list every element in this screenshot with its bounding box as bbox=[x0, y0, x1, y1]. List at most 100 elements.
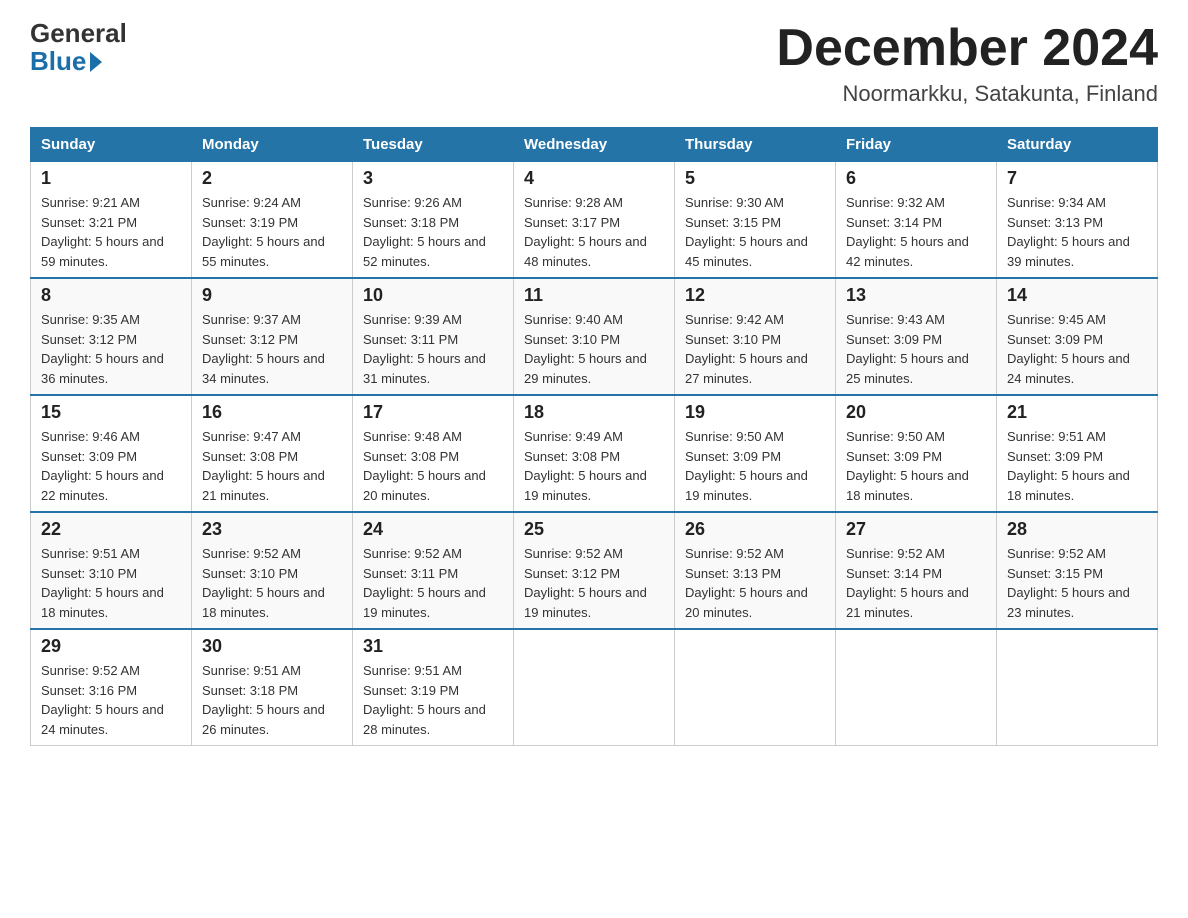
table-row: 12 Sunrise: 9:42 AMSunset: 3:10 PMDaylig… bbox=[675, 278, 836, 395]
table-row: 18 Sunrise: 9:49 AMSunset: 3:08 PMDaylig… bbox=[514, 395, 675, 512]
day-number: 21 bbox=[1007, 402, 1147, 423]
col-monday: Monday bbox=[192, 128, 353, 162]
table-row: 17 Sunrise: 9:48 AMSunset: 3:08 PMDaylig… bbox=[353, 395, 514, 512]
day-info: Sunrise: 9:52 AMSunset: 3:14 PMDaylight:… bbox=[846, 546, 969, 620]
day-info: Sunrise: 9:51 AMSunset: 3:19 PMDaylight:… bbox=[363, 663, 486, 737]
table-row: 25 Sunrise: 9:52 AMSunset: 3:12 PMDaylig… bbox=[514, 512, 675, 629]
calendar-week-row: 15 Sunrise: 9:46 AMSunset: 3:09 PMDaylig… bbox=[31, 395, 1158, 512]
table-row: 1 Sunrise: 9:21 AMSunset: 3:21 PMDayligh… bbox=[31, 162, 192, 279]
day-number: 24 bbox=[363, 519, 503, 540]
table-row: 9 Sunrise: 9:37 AMSunset: 3:12 PMDayligh… bbox=[192, 278, 353, 395]
day-info: Sunrise: 9:50 AMSunset: 3:09 PMDaylight:… bbox=[846, 429, 969, 503]
table-row: 20 Sunrise: 9:50 AMSunset: 3:09 PMDaylig… bbox=[836, 395, 997, 512]
day-info: Sunrise: 9:26 AMSunset: 3:18 PMDaylight:… bbox=[363, 195, 486, 269]
day-info: Sunrise: 9:52 AMSunset: 3:15 PMDaylight:… bbox=[1007, 546, 1130, 620]
day-number: 23 bbox=[202, 519, 342, 540]
day-number: 18 bbox=[524, 402, 664, 423]
day-number: 20 bbox=[846, 402, 986, 423]
table-row bbox=[514, 629, 675, 746]
table-row: 21 Sunrise: 9:51 AMSunset: 3:09 PMDaylig… bbox=[997, 395, 1158, 512]
day-number: 2 bbox=[202, 168, 342, 189]
day-number: 31 bbox=[363, 636, 503, 657]
calendar-header-row: Sunday Monday Tuesday Wednesday Thursday… bbox=[31, 128, 1158, 162]
calendar-week-row: 29 Sunrise: 9:52 AMSunset: 3:16 PMDaylig… bbox=[31, 629, 1158, 746]
day-info: Sunrise: 9:52 AMSunset: 3:16 PMDaylight:… bbox=[41, 663, 164, 737]
table-row: 4 Sunrise: 9:28 AMSunset: 3:17 PMDayligh… bbox=[514, 162, 675, 279]
day-info: Sunrise: 9:49 AMSunset: 3:08 PMDaylight:… bbox=[524, 429, 647, 503]
table-row: 16 Sunrise: 9:47 AMSunset: 3:08 PMDaylig… bbox=[192, 395, 353, 512]
table-row: 3 Sunrise: 9:26 AMSunset: 3:18 PMDayligh… bbox=[353, 162, 514, 279]
table-row: 19 Sunrise: 9:50 AMSunset: 3:09 PMDaylig… bbox=[675, 395, 836, 512]
calendar-table: Sunday Monday Tuesday Wednesday Thursday… bbox=[30, 127, 1158, 746]
table-row bbox=[997, 629, 1158, 746]
calendar-week-row: 1 Sunrise: 9:21 AMSunset: 3:21 PMDayligh… bbox=[31, 162, 1158, 279]
day-number: 9 bbox=[202, 285, 342, 306]
logo: General Blue bbox=[30, 20, 127, 77]
day-number: 10 bbox=[363, 285, 503, 306]
day-info: Sunrise: 9:28 AMSunset: 3:17 PMDaylight:… bbox=[524, 195, 647, 269]
day-info: Sunrise: 9:35 AMSunset: 3:12 PMDaylight:… bbox=[41, 312, 164, 386]
day-number: 12 bbox=[685, 285, 825, 306]
day-info: Sunrise: 9:52 AMSunset: 3:11 PMDaylight:… bbox=[363, 546, 486, 620]
table-row: 14 Sunrise: 9:45 AMSunset: 3:09 PMDaylig… bbox=[997, 278, 1158, 395]
table-row: 24 Sunrise: 9:52 AMSunset: 3:11 PMDaylig… bbox=[353, 512, 514, 629]
day-info: Sunrise: 9:24 AMSunset: 3:19 PMDaylight:… bbox=[202, 195, 325, 269]
col-sunday: Sunday bbox=[31, 128, 192, 162]
day-number: 17 bbox=[363, 402, 503, 423]
table-row: 26 Sunrise: 9:52 AMSunset: 3:13 PMDaylig… bbox=[675, 512, 836, 629]
day-info: Sunrise: 9:21 AMSunset: 3:21 PMDaylight:… bbox=[41, 195, 164, 269]
table-row: 28 Sunrise: 9:52 AMSunset: 3:15 PMDaylig… bbox=[997, 512, 1158, 629]
logo-blue-text: Blue bbox=[30, 46, 104, 77]
calendar-week-row: 8 Sunrise: 9:35 AMSunset: 3:12 PMDayligh… bbox=[31, 278, 1158, 395]
day-number: 7 bbox=[1007, 168, 1147, 189]
day-number: 25 bbox=[524, 519, 664, 540]
table-row: 30 Sunrise: 9:51 AMSunset: 3:18 PMDaylig… bbox=[192, 629, 353, 746]
table-row bbox=[675, 629, 836, 746]
table-row: 6 Sunrise: 9:32 AMSunset: 3:14 PMDayligh… bbox=[836, 162, 997, 279]
day-info: Sunrise: 9:52 AMSunset: 3:12 PMDaylight:… bbox=[524, 546, 647, 620]
title-block: December 2024 Noormarkku, Satakunta, Fin… bbox=[776, 20, 1158, 107]
table-row: 5 Sunrise: 9:30 AMSunset: 3:15 PMDayligh… bbox=[675, 162, 836, 279]
logo-triangle-icon bbox=[90, 52, 102, 72]
day-number: 4 bbox=[524, 168, 664, 189]
day-number: 29 bbox=[41, 636, 181, 657]
day-number: 19 bbox=[685, 402, 825, 423]
day-number: 5 bbox=[685, 168, 825, 189]
logo-general-text: General bbox=[30, 20, 127, 46]
day-number: 27 bbox=[846, 519, 986, 540]
day-info: Sunrise: 9:39 AMSunset: 3:11 PMDaylight:… bbox=[363, 312, 486, 386]
day-info: Sunrise: 9:47 AMSunset: 3:08 PMDaylight:… bbox=[202, 429, 325, 503]
day-info: Sunrise: 9:30 AMSunset: 3:15 PMDaylight:… bbox=[685, 195, 808, 269]
day-info: Sunrise: 9:52 AMSunset: 3:10 PMDaylight:… bbox=[202, 546, 325, 620]
col-friday: Friday bbox=[836, 128, 997, 162]
table-row: 11 Sunrise: 9:40 AMSunset: 3:10 PMDaylig… bbox=[514, 278, 675, 395]
day-number: 3 bbox=[363, 168, 503, 189]
table-row: 7 Sunrise: 9:34 AMSunset: 3:13 PMDayligh… bbox=[997, 162, 1158, 279]
day-info: Sunrise: 9:51 AMSunset: 3:18 PMDaylight:… bbox=[202, 663, 325, 737]
table-row bbox=[836, 629, 997, 746]
day-number: 16 bbox=[202, 402, 342, 423]
day-info: Sunrise: 9:48 AMSunset: 3:08 PMDaylight:… bbox=[363, 429, 486, 503]
table-row: 15 Sunrise: 9:46 AMSunset: 3:09 PMDaylig… bbox=[31, 395, 192, 512]
day-info: Sunrise: 9:40 AMSunset: 3:10 PMDaylight:… bbox=[524, 312, 647, 386]
day-info: Sunrise: 9:52 AMSunset: 3:13 PMDaylight:… bbox=[685, 546, 808, 620]
table-row: 13 Sunrise: 9:43 AMSunset: 3:09 PMDaylig… bbox=[836, 278, 997, 395]
col-saturday: Saturday bbox=[997, 128, 1158, 162]
day-number: 28 bbox=[1007, 519, 1147, 540]
table-row: 29 Sunrise: 9:52 AMSunset: 3:16 PMDaylig… bbox=[31, 629, 192, 746]
table-row: 23 Sunrise: 9:52 AMSunset: 3:10 PMDaylig… bbox=[192, 512, 353, 629]
day-info: Sunrise: 9:46 AMSunset: 3:09 PMDaylight:… bbox=[41, 429, 164, 503]
col-tuesday: Tuesday bbox=[353, 128, 514, 162]
col-wednesday: Wednesday bbox=[514, 128, 675, 162]
day-number: 13 bbox=[846, 285, 986, 306]
day-number: 26 bbox=[685, 519, 825, 540]
page-header: General Blue December 2024 Noormarkku, S… bbox=[30, 20, 1158, 107]
location-subtitle: Noormarkku, Satakunta, Finland bbox=[776, 81, 1158, 107]
table-row: 2 Sunrise: 9:24 AMSunset: 3:19 PMDayligh… bbox=[192, 162, 353, 279]
table-row: 31 Sunrise: 9:51 AMSunset: 3:19 PMDaylig… bbox=[353, 629, 514, 746]
day-info: Sunrise: 9:51 AMSunset: 3:10 PMDaylight:… bbox=[41, 546, 164, 620]
table-row: 10 Sunrise: 9:39 AMSunset: 3:11 PMDaylig… bbox=[353, 278, 514, 395]
day-info: Sunrise: 9:42 AMSunset: 3:10 PMDaylight:… bbox=[685, 312, 808, 386]
day-info: Sunrise: 9:32 AMSunset: 3:14 PMDaylight:… bbox=[846, 195, 969, 269]
table-row: 22 Sunrise: 9:51 AMSunset: 3:10 PMDaylig… bbox=[31, 512, 192, 629]
